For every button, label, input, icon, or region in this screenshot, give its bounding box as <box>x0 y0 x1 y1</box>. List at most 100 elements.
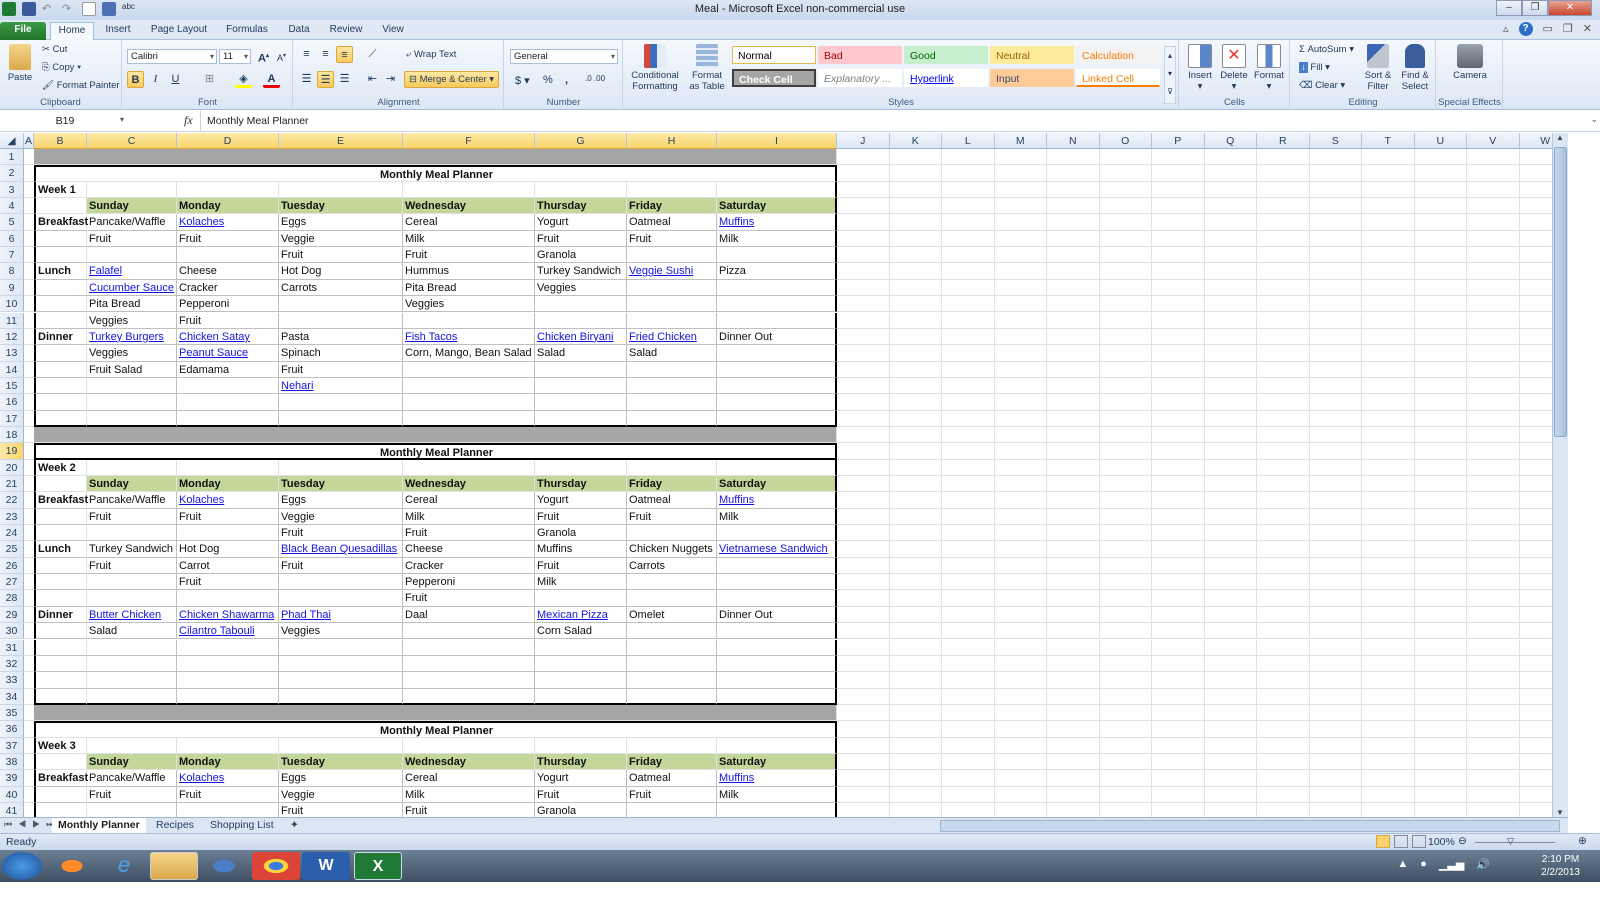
cell[interactable] <box>1519 198 1552 215</box>
cell[interactable] <box>942 492 995 509</box>
cell[interactable] <box>1257 426 1310 444</box>
cell[interactable] <box>994 590 1047 607</box>
cell[interactable] <box>1204 377 1257 395</box>
cell[interactable] <box>1467 803 1520 817</box>
row-header-29[interactable]: 29 <box>0 606 24 624</box>
recipe-link[interactable]: Muffins <box>717 770 837 787</box>
cell[interactable] <box>1467 688 1520 705</box>
cell[interactable] <box>942 410 995 427</box>
cell[interactable] <box>837 623 890 640</box>
meal-label[interactable] <box>34 525 87 542</box>
cell[interactable] <box>1204 426 1257 444</box>
cell[interactable] <box>889 574 942 591</box>
cell[interactable] <box>942 394 995 411</box>
meal-item[interactable] <box>403 655 535 673</box>
cell[interactable] <box>1362 770 1415 787</box>
cell[interactable] <box>1152 345 1205 362</box>
cell[interactable] <box>1099 181 1152 199</box>
cell[interactable] <box>837 377 890 395</box>
cell[interactable] <box>1152 704 1205 722</box>
recipe-link[interactable]: Muffins <box>717 214 837 231</box>
meal-label[interactable] <box>34 296 87 313</box>
cell-a[interactable] <box>24 427 34 444</box>
cell[interactable] <box>1467 263 1520 280</box>
cell[interactable] <box>1414 786 1467 803</box>
cell[interactable] <box>1204 574 1257 591</box>
cell[interactable] <box>1519 705 1552 722</box>
cell[interactable] <box>1099 557 1152 575</box>
meal-item[interactable]: Pasta <box>279 328 403 346</box>
cell-a[interactable] <box>24 656 34 673</box>
cell[interactable] <box>1047 279 1100 297</box>
cell-style-neutral[interactable]: Neutral <box>990 46 1074 64</box>
cell[interactable] <box>837 312 890 329</box>
cell[interactable] <box>1099 574 1152 591</box>
cell[interactable] <box>837 198 890 215</box>
cell[interactable] <box>1257 721 1310 738</box>
cell[interactable] <box>1257 198 1310 215</box>
cell[interactable] <box>1257 541 1310 558</box>
meal-item[interactable]: Hot Dog <box>177 541 279 558</box>
cell[interactable] <box>994 149 1047 166</box>
week-label[interactable]: Week 2 <box>34 459 87 476</box>
cell[interactable] <box>1362 721 1415 738</box>
cell[interactable] <box>1519 182 1552 199</box>
cell-a[interactable] <box>24 165 34 182</box>
sheet-tab-recipes[interactable]: Recipes <box>150 818 200 833</box>
cell[interactable] <box>1519 280 1552 297</box>
cell[interactable] <box>1467 639 1520 656</box>
meal-item[interactable]: Carrot <box>177 557 279 575</box>
tab-home[interactable]: Home <box>50 22 94 40</box>
meal-label[interactable] <box>34 508 87 526</box>
meal-label[interactable] <box>34 247 87 264</box>
meal-item[interactable] <box>535 688 627 705</box>
cell[interactable] <box>889 443 942 460</box>
row-header-9[interactable]: 9 <box>0 279 24 297</box>
meal-item[interactable]: Fruit <box>535 230 627 248</box>
column-header-e[interactable]: E <box>279 133 403 149</box>
cell[interactable] <box>1152 574 1205 591</box>
meal-item[interactable] <box>717 672 837 689</box>
cell[interactable] <box>1204 639 1257 656</box>
cell[interactable] <box>1099 247 1152 264</box>
meal-item[interactable]: Fruit <box>177 508 279 526</box>
cell-style-normal[interactable]: Normal <box>732 46 816 64</box>
minimize-button[interactable]: – <box>1496 0 1522 16</box>
cell[interactable] <box>1099 655 1152 673</box>
meal-label[interactable]: Dinner <box>34 328 87 346</box>
cell[interactable] <box>1362 508 1415 526</box>
meal-item[interactable]: Pepperoni <box>177 296 279 313</box>
row-header-1[interactable]: 1 <box>0 149 24 166</box>
cell-a[interactable] <box>24 509 34 526</box>
cell[interactable] <box>1362 639 1415 656</box>
cell[interactable] <box>889 149 942 166</box>
cell[interactable] <box>994 753 1047 771</box>
cell-a[interactable] <box>24 558 34 575</box>
meal-item[interactable]: Salad <box>87 623 177 640</box>
name-box-dropdown-icon[interactable]: ▾ <box>120 115 124 124</box>
tab-data[interactable]: Data <box>284 22 314 40</box>
meal-item[interactable] <box>177 803 279 817</box>
cell[interactable] <box>1047 574 1100 591</box>
cell[interactable] <box>1152 525 1205 542</box>
cell[interactable] <box>837 345 890 362</box>
cell[interactable] <box>1362 704 1415 722</box>
cell[interactable] <box>279 181 403 199</box>
zoom-slider[interactable] <box>1475 842 1555 843</box>
cell[interactable] <box>837 279 890 297</box>
cell[interactable] <box>1205 803 1257 817</box>
sheet-tab-shopping-list[interactable]: Shopping List <box>204 818 280 833</box>
cell[interactable] <box>1414 165 1467 182</box>
cell[interactable] <box>1362 230 1415 248</box>
cell-a[interactable] <box>24 411 34 427</box>
recipe-link[interactable]: Fried Chicken <box>627 328 717 346</box>
cell[interactable] <box>1047 557 1100 575</box>
meal-item[interactable]: Milk <box>535 574 627 591</box>
cell[interactable] <box>1099 476 1152 493</box>
recipe-link[interactable]: Black Bean Quesadillas <box>279 541 403 558</box>
cell[interactable] <box>942 639 995 656</box>
meal-item[interactable] <box>87 590 177 607</box>
cell[interactable] <box>1362 328 1415 346</box>
meal-item[interactable]: Cheese <box>403 541 535 558</box>
cell[interactable] <box>837 737 890 754</box>
